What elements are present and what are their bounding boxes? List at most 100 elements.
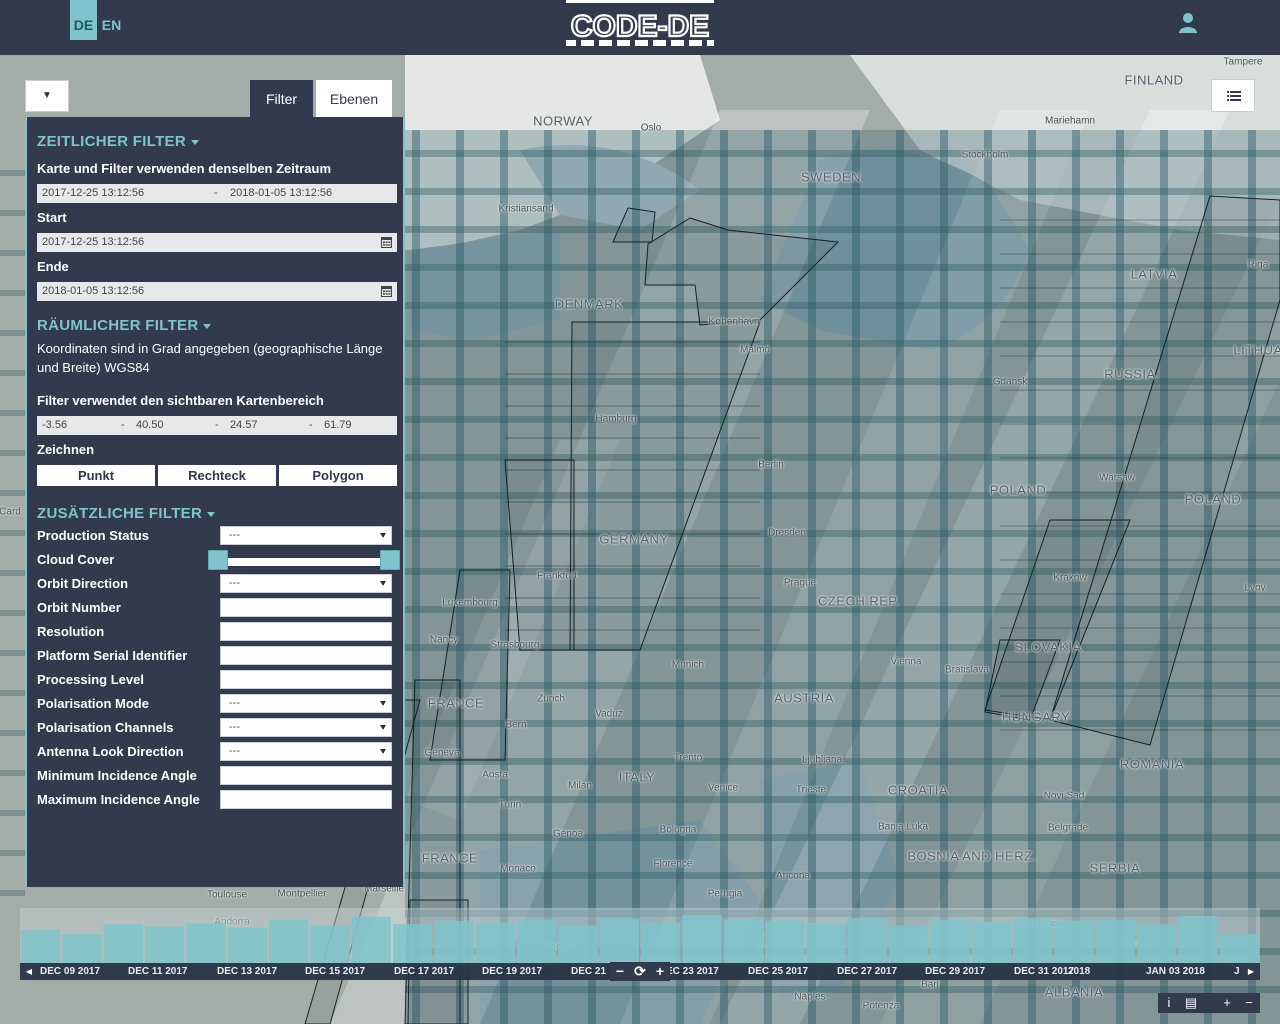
country-label: ALBANIA bbox=[1044, 984, 1104, 1000]
time-filter-title[interactable]: ZEITLICHER FILTER bbox=[37, 133, 199, 150]
country-label: FRANCE bbox=[427, 695, 485, 711]
city-label: Bratislava bbox=[945, 664, 989, 676]
footprint-grid-row bbox=[0, 210, 25, 216]
user-icon[interactable] bbox=[1178, 12, 1198, 34]
timeline-refresh-button[interactable]: ⟳ bbox=[630, 962, 650, 981]
city-label: Vaduz bbox=[595, 708, 623, 720]
visible-area-label: Filter verwendet den sichtbaren Kartenbe… bbox=[37, 393, 324, 408]
bbox-separator: - bbox=[121, 419, 125, 431]
city-label: Card bbox=[0, 506, 21, 518]
cloud-cover-slider-track[interactable] bbox=[220, 558, 392, 566]
spatial-filter-title[interactable]: RÄUMLICHER FILTER bbox=[37, 317, 212, 334]
extra-filter-title[interactable]: ZUSÄTZLICHE FILTER bbox=[37, 505, 216, 522]
timeline-bar bbox=[971, 921, 1011, 966]
polarisation-mode-select[interactable]: --- bbox=[220, 694, 392, 713]
footprint-grid-row bbox=[0, 330, 25, 336]
footprint-grid-row bbox=[0, 450, 25, 456]
city-label: Berlin bbox=[758, 459, 784, 471]
polarisation-mode-label: Polarisation Mode bbox=[37, 696, 149, 711]
timeline-zoom-out-button[interactable]: − bbox=[610, 962, 630, 981]
zoom-out-button[interactable]: − bbox=[1238, 993, 1260, 1013]
footprint-grid-row bbox=[405, 834, 1280, 841]
cloud-cover-label: Cloud Cover bbox=[37, 552, 115, 567]
city-label: Kraków bbox=[1053, 572, 1087, 584]
country-label: FRANCE bbox=[421, 850, 479, 866]
resolution-label: Resolution bbox=[37, 624, 105, 639]
city-label: Genoa bbox=[552, 828, 584, 840]
timeline-prev-button[interactable]: ◀ bbox=[20, 963, 38, 980]
platform-serial-input[interactable] bbox=[220, 646, 392, 665]
draw-point-button[interactable]: Punkt bbox=[37, 465, 155, 486]
timeline-bar bbox=[889, 925, 929, 966]
timeline-next-button[interactable]: ▶ bbox=[1242, 963, 1260, 980]
timeline-bar bbox=[310, 925, 350, 966]
tab-filter[interactable]: Filter bbox=[250, 80, 313, 117]
city-label: Lvov bbox=[1244, 582, 1266, 594]
country-label: FINLAND bbox=[1124, 72, 1184, 88]
bbox-separator: - bbox=[215, 419, 219, 431]
info-button[interactable]: i bbox=[1158, 993, 1180, 1013]
list-icon bbox=[1227, 91, 1241, 101]
orbit-direction-select[interactable]: --- bbox=[220, 574, 392, 593]
city-label: Perugia bbox=[707, 888, 743, 900]
max-incidence-angle-input[interactable] bbox=[220, 790, 392, 809]
polarisation-channels-select[interactable]: --- bbox=[220, 718, 392, 737]
timeline-tick-label: 2018 bbox=[1068, 966, 1091, 977]
production-status-select[interactable]: --- bbox=[220, 526, 392, 545]
city-label: Belgrade bbox=[1047, 822, 1089, 834]
orbit-number-input[interactable] bbox=[220, 598, 392, 617]
timeline-bar bbox=[1095, 919, 1135, 966]
footprint-grid-row bbox=[405, 188, 1280, 195]
cloud-cover-max-handle[interactable] bbox=[380, 550, 400, 570]
lang-en-button[interactable]: EN bbox=[98, 0, 125, 40]
timeline-tick-label: DEC 11 2017 bbox=[128, 966, 188, 977]
timeline-bar bbox=[558, 925, 598, 966]
draw-rectangle-button[interactable]: Rechteck bbox=[158, 465, 276, 486]
calendar-icon[interactable] bbox=[381, 285, 392, 297]
start-date-input[interactable]: 2017-12-25 13:12:56 bbox=[37, 233, 397, 252]
timeline-tick-label: DEC 31 2017 bbox=[1014, 966, 1075, 977]
resolution-input[interactable] bbox=[220, 622, 392, 641]
zoom-in-button[interactable]: + bbox=[1216, 993, 1238, 1013]
timeline-bar bbox=[269, 919, 309, 966]
city-label: Riga bbox=[1247, 259, 1269, 271]
lang-de-button[interactable]: DE bbox=[70, 0, 97, 40]
tab-ebenen[interactable]: Ebenen bbox=[316, 80, 392, 117]
dropdown-arrow-icon bbox=[380, 533, 386, 538]
city-label: Montpellier bbox=[277, 888, 327, 900]
bbox-field: -3.56 - 40.50 - 24.57 - 61.79 bbox=[37, 416, 397, 435]
draw-polygon-button[interactable]: Polygon bbox=[279, 465, 397, 486]
processing-level-input[interactable] bbox=[220, 670, 392, 689]
caret-down-icon bbox=[190, 139, 199, 145]
panel-toggle-button[interactable]: ▼ bbox=[25, 80, 69, 112]
end-date-input[interactable]: 2018-01-05 13:12:56 bbox=[37, 282, 397, 301]
timeline-bar bbox=[186, 923, 226, 966]
timeline-bar bbox=[1219, 934, 1259, 966]
timeline-tick-label: EC 23 2017 bbox=[666, 966, 719, 977]
timeline-bar bbox=[62, 934, 102, 966]
timeline-bar bbox=[599, 918, 639, 966]
polarisation-channels-label: Polarisation Channels bbox=[37, 720, 174, 735]
min-incidence-angle-input[interactable] bbox=[220, 766, 392, 785]
timeline-tick-label: DEC 25 2017 bbox=[748, 966, 809, 977]
antenna-look-direction-select[interactable]: --- bbox=[220, 742, 392, 761]
results-list-button[interactable] bbox=[1211, 79, 1255, 112]
draw-label: Zeichnen bbox=[37, 442, 95, 457]
calendar-icon[interactable] bbox=[381, 236, 392, 248]
cloud-cover-min-handle[interactable] bbox=[208, 550, 228, 570]
timeline-tick-label: DEC 09 2017 bbox=[40, 966, 101, 977]
footprint-grid-row bbox=[0, 250, 25, 256]
footprint-grid-row bbox=[405, 150, 1280, 157]
bbox-value: 24.57 bbox=[230, 419, 258, 431]
orbit-direction-label: Orbit Direction bbox=[37, 576, 129, 591]
country-label: CROATIA bbox=[887, 782, 949, 798]
timeline-bar bbox=[351, 916, 391, 966]
city-label: Oslo bbox=[640, 122, 662, 134]
timeline-zoom-in-button[interactable]: + bbox=[650, 962, 670, 981]
city-label: København bbox=[708, 316, 760, 328]
city-label: Novi Sad bbox=[1043, 790, 1085, 802]
timeline-bar bbox=[145, 926, 185, 966]
timeline-histogram[interactable] bbox=[20, 908, 1260, 966]
country-label: POLAND bbox=[1184, 491, 1242, 507]
book-icon[interactable]: ▤ bbox=[1180, 993, 1202, 1013]
